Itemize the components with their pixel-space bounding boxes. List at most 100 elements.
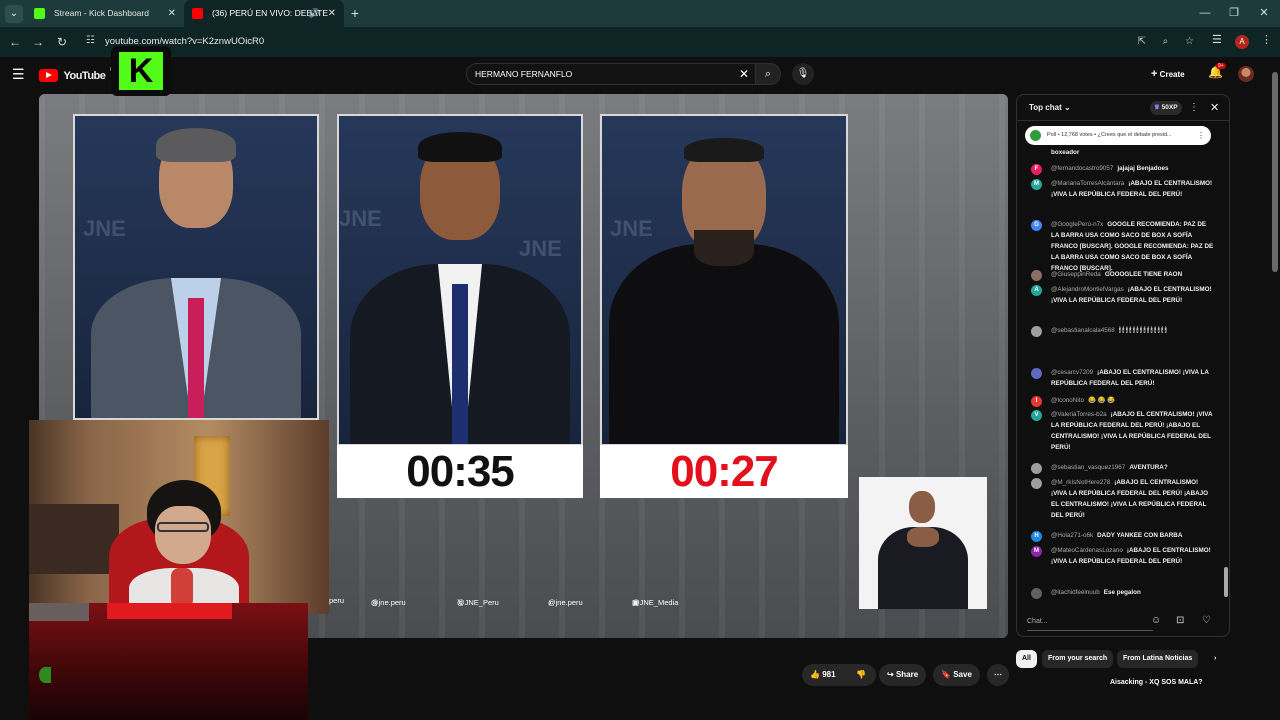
chat-author-name[interactable]: @cesarcv7209: [1051, 369, 1093, 376]
chat-author-name[interactable]: @MateoCárdenasLozano: [1051, 547, 1123, 554]
tab-search-icon[interactable]: ⌄: [5, 5, 23, 23]
xp-badge[interactable]: ♛ 50XP: [1150, 101, 1182, 115]
close-window-button[interactable]: ✕: [1249, 0, 1279, 27]
save-button[interactable]: 🔖 Save: [933, 664, 980, 686]
close-chat-icon[interactable]: ✕: [1210, 95, 1219, 121]
more-actions-button[interactable]: ⋯: [987, 664, 1009, 686]
chat-author-name[interactable]: @sebastianalcala4568: [1051, 327, 1115, 334]
chat-author-avatar[interactable]: [1031, 463, 1042, 474]
chat-message[interactable]: H @Hola271-o6k DADY YANKEE CON BARBA: [1029, 530, 1215, 542]
chip-all[interactable]: All: [1016, 650, 1037, 668]
address-bar[interactable]: ☷ youtube.com/watch?v=K2znwUOicR0 ⇱ ⌕ ☆: [80, 31, 1202, 53]
chip-from-channel[interactable]: From Latina Noticias: [1117, 650, 1199, 668]
chat-header: Top chat ⌄ ♛ 50XP ⋮ ✕: [1017, 95, 1229, 121]
chat-message-text: 😂 😂 😂: [1088, 397, 1116, 404]
tab-kick-dashboard[interactable]: Stream - Kick Dashboard ✕: [26, 0, 184, 27]
close-tab-icon[interactable]: ✕: [328, 0, 336, 27]
back-icon[interactable]: ←: [6, 33, 24, 51]
chat-author-name[interactable]: @sebastian_vasquez1967: [1051, 464, 1125, 471]
chat-menu-icon[interactable]: ⋮: [1189, 95, 1199, 121]
like-button[interactable]: 👍 981: [802, 664, 848, 686]
page-scrollbar[interactable]: [1270, 62, 1280, 702]
chat-message[interactable]: @itachidfeelnuub Ese pegalon: [1029, 587, 1215, 599]
chat-author-avatar[interactable]: [1031, 588, 1042, 599]
chat-message[interactable]: @cesarcv7209 ¡ABAJO EL CENTRALISMO! ¡VIVA…: [1029, 367, 1215, 389]
youtube-header: ☰ YouTube PE HERMANO FERNANFLO ✕ ⌕ 🎙 + C…: [0, 57, 1280, 91]
chips-next-icon[interactable]: ›: [1208, 650, 1222, 668]
emoji-icon[interactable]: ☺: [1151, 615, 1161, 626]
poll-menu-icon[interactable]: ⋮: [1197, 126, 1205, 145]
share-button[interactable]: ↪ Share: [879, 664, 927, 686]
chat-author-name[interactable]: @fernandocastro9057: [1051, 165, 1113, 172]
crown-icon: ♛: [1154, 104, 1160, 111]
chat-author-avatar[interactable]: H: [1031, 531, 1042, 542]
chat-author-name[interactable]: @MarianaTorresAlcántara: [1051, 180, 1124, 187]
tab-youtube-debate[interactable]: (36) PERÚ EN VIVO: DEBATE 🔊 ✕: [184, 0, 344, 27]
chat-message[interactable]: boxeador: [1029, 147, 1215, 158]
audio-playing-icon[interactable]: 🔊: [309, 0, 320, 27]
chat-author-avatar[interactable]: [1031, 270, 1042, 281]
search-button[interactable]: ⌕: [755, 63, 781, 85]
search-input[interactable]: HERMANO FERNANFLO ✕: [466, 63, 756, 85]
chat-author-name[interactable]: @AlejandroMontielVargas: [1051, 286, 1124, 293]
create-button[interactable]: + Create: [1151, 64, 1195, 84]
chat-message[interactable]: @sebastian_vasquez1967 AVENTURA?: [1029, 462, 1215, 474]
chat-message[interactable]: V @ValeriaTorres-b2a ¡ABAJO EL CENTRALISMO…: [1029, 409, 1215, 453]
chat-author-name[interactable]: @Hola271-o6k: [1051, 532, 1093, 539]
chat-input[interactable]: Chat...: [1027, 613, 1153, 631]
chat-author-avatar[interactable]: G: [1031, 220, 1042, 231]
reload-icon[interactable]: ↻: [53, 33, 71, 51]
chat-message[interactable]: G @GooglePerú-n7x GOOGLE RECOMIENDA: PAZ D…: [1029, 219, 1215, 274]
bookmark-star-icon[interactable]: ☆: [1185, 36, 1194, 47]
chat-author-avatar[interactable]: F: [1031, 164, 1042, 175]
voice-search-button[interactable]: 🎙: [792, 63, 814, 85]
chat-author-avatar[interactable]: M: [1031, 179, 1042, 190]
chat-message[interactable]: M @MateoCárdenasLozano ¡ABAJO EL CENTRALIS…: [1029, 545, 1215, 567]
menu-icon[interactable]: ☰: [12, 66, 25, 83]
new-tab-button[interactable]: +: [346, 0, 364, 27]
chat-message[interactable]: F @fernandocastro9057 jajajaj Benjadoes: [1029, 163, 1215, 175]
account-avatar[interactable]: [1238, 66, 1254, 82]
forward-icon[interactable]: →: [29, 33, 47, 51]
chat-author-name[interactable]: @M_rkIsNotHere278: [1051, 479, 1110, 486]
chat-author-name[interactable]: @GiuseppinReda: [1051, 271, 1101, 278]
chat-message[interactable]: M @MarianaTorresAlcántara ¡ABAJO EL CENTRA…: [1029, 178, 1215, 200]
heart-icon[interactable]: ♡: [1202, 615, 1211, 626]
profile-avatar[interactable]: A: [1235, 35, 1249, 49]
like-count: 981: [822, 670, 836, 679]
chat-author-avatar[interactable]: M: [1031, 546, 1042, 557]
chat-message[interactable]: I @IconoNito 😂 😂 😂: [1029, 395, 1215, 407]
chat-scrollbar[interactable]: [1223, 127, 1229, 605]
site-info-icon[interactable]: ☷: [86, 35, 95, 46]
close-tab-icon[interactable]: ✕: [168, 0, 176, 27]
channel-avatar[interactable]: [39, 667, 51, 683]
chat-message[interactable]: @M_rkIsNotHere278 ¡ABAJO EL CENTRALISMO! …: [1029, 477, 1215, 521]
extensions-icon[interactable]: ☰: [1212, 33, 1222, 46]
chat-message[interactable]: @GiuseppinReda GOOOGLEE TIENE RAON: [1029, 269, 1215, 281]
maximize-button[interactable]: ❐: [1219, 0, 1249, 27]
chat-message[interactable]: @sebastianalcala4568 🕯 🕯 🕯 🕯 🕯 🕯 🕯 🕯 🕯 🕯 …: [1029, 325, 1215, 337]
chat-author-name[interactable]: @itachidfeelnuub: [1051, 589, 1100, 596]
chat-author-avatar[interactable]: I: [1031, 396, 1042, 407]
chat-author-avatar[interactable]: [1031, 368, 1042, 379]
chat-author-name[interactable]: @GooglePerú-n7x: [1051, 221, 1103, 228]
browser-menu-icon[interactable]: ⋮: [1261, 33, 1272, 46]
chip-from-search[interactable]: From your search: [1042, 650, 1114, 668]
poll-banner[interactable]: Poll • 12,768 votes • ¿Crees que el deba…: [1025, 126, 1211, 145]
youtube-logo[interactable]: YouTube PE: [39, 67, 117, 83]
install-app-icon[interactable]: ⇱: [1137, 36, 1145, 47]
clear-search-icon[interactable]: ✕: [739, 64, 749, 84]
minimize-button[interactable]: —: [1190, 0, 1220, 27]
chat-author-avatar[interactable]: [1031, 326, 1042, 337]
chat-author-avatar[interactable]: A: [1031, 285, 1042, 296]
chat-message[interactable]: A @AlejandroMontielVargas ¡ABAJO EL CENTRA…: [1029, 284, 1215, 306]
super-chat-icon[interactable]: ⊡: [1176, 615, 1184, 626]
zoom-icon[interactable]: ⌕: [1163, 36, 1169, 47]
chat-author-avatar[interactable]: [1031, 478, 1042, 489]
chat-author-avatar[interactable]: V: [1031, 410, 1042, 421]
related-video-title[interactable]: Aisacking - XQ SOS MALA?: [1110, 679, 1203, 686]
chat-author-name[interactable]: @IconoNito: [1051, 397, 1084, 404]
chat-mode-dropdown[interactable]: Top chat ⌄: [1029, 95, 1071, 121]
chat-author-name[interactable]: @ValeriaTorres-b2a: [1051, 411, 1107, 418]
dislike-button[interactable]: 👎: [848, 664, 876, 686]
